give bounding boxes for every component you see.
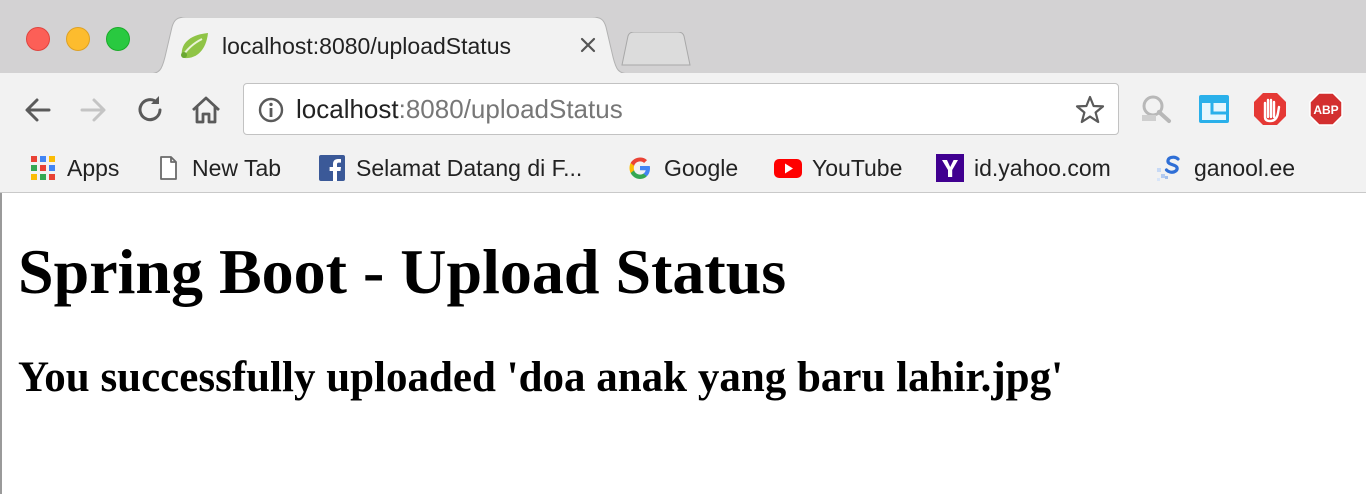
bookmark-facebook[interactable]: Selamat Datang di F... <box>318 151 582 185</box>
bookmark-label: Google <box>664 155 739 181</box>
reload-icon[interactable] <box>133 93 167 127</box>
url-path: :8080/uploadStatus <box>398 94 623 124</box>
bookmark-label: YouTube <box>812 155 903 181</box>
yahoo-icon <box>936 154 964 182</box>
bookmark-label: New Tab <box>192 155 282 181</box>
bookmark-youtube[interactable]: YouTube <box>774 151 902 185</box>
window-close-button[interactable] <box>26 27 50 51</box>
bookmark-label: Selamat Datang di F... <box>356 155 583 181</box>
window-maximize-button[interactable] <box>106 27 130 51</box>
bookmark-label: Apps <box>67 155 120 181</box>
page-heading: Spring Boot - Upload Status <box>18 236 787 307</box>
facebook-icon <box>319 155 345 181</box>
address-bar[interactable]: localhost:8080/uploadStatus <box>243 83 1119 135</box>
spring-leaf-icon <box>181 33 208 59</box>
adblock-plus-icon[interactable]: ABP <box>1308 91 1344 127</box>
upload-status-message: You successfully uploaded 'doa anak yang… <box>18 354 1064 401</box>
ganool-icon <box>1157 155 1180 181</box>
abp-label: ABP <box>1313 103 1338 117</box>
tab-title: localhost:8080/uploadStatus <box>222 33 511 59</box>
bookmark-google[interactable]: Google <box>626 151 738 185</box>
browser-toolbar: localhost:8080/uploadStatus ABP <box>0 73 1366 145</box>
youtube-icon <box>774 159 802 178</box>
back-arrow-icon[interactable] <box>21 93 55 127</box>
close-icon[interactable] <box>576 33 600 57</box>
url-text[interactable]: localhost:8080/uploadStatus <box>296 94 623 124</box>
url-host: localhost <box>296 94 399 124</box>
page-content: Spring Boot - Upload Status You successf… <box>0 193 1366 494</box>
info-icon[interactable] <box>257 96 285 124</box>
new-tab-button[interactable] <box>620 32 692 66</box>
bookmark-yahoo[interactable]: id.yahoo.com <box>936 151 1111 185</box>
bookmark-star-icon[interactable] <box>1074 94 1106 126</box>
stop-hand-extension-icon[interactable] <box>1252 91 1288 127</box>
bookmark-label: ganool.ee <box>1194 155 1296 181</box>
browser-window: localhost:8080/uploadStatus localhost:80… <box>0 0 1366 494</box>
window-extension-icon[interactable] <box>1196 91 1232 127</box>
tab-strip: localhost:8080/uploadStatus <box>0 0 1366 74</box>
page-icon <box>160 156 177 180</box>
forward-arrow-icon[interactable] <box>76 93 110 127</box>
bookmark-new-tab[interactable]: New Tab <box>154 151 281 185</box>
google-icon <box>629 157 650 179</box>
magnifier-extension-icon[interactable] <box>1138 91 1174 127</box>
bookmarks-bar: Apps New Tab Selamat Datang di F... Goog… <box>0 145 1366 193</box>
bookmark-apps[interactable]: Apps <box>29 151 119 185</box>
apps-grid-icon <box>31 156 55 180</box>
bookmark-ganool[interactable]: ganool.ee <box>1156 151 1295 185</box>
home-icon[interactable] <box>189 93 223 127</box>
tab-active[interactable]: localhost:8080/uploadStatus <box>148 17 630 74</box>
window-minimize-button[interactable] <box>66 27 90 51</box>
bookmark-label: id.yahoo.com <box>974 155 1111 181</box>
